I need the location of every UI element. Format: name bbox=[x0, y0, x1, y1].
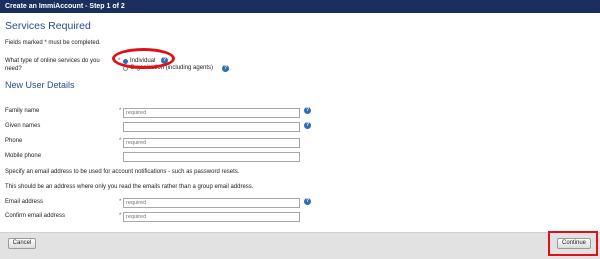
email-input[interactable] bbox=[123, 198, 300, 208]
help-icon[interactable]: ? bbox=[304, 198, 311, 205]
footer-bar bbox=[0, 232, 600, 259]
help-icon[interactable]: ? bbox=[304, 122, 311, 129]
family-name-input[interactable] bbox=[123, 108, 300, 118]
email-label: Email address bbox=[5, 199, 44, 205]
new-user-heading: New User Details bbox=[5, 80, 75, 90]
required-marker: * bbox=[119, 138, 122, 144]
email-note-1: Specify an email address to be used for … bbox=[5, 169, 240, 175]
email-note-2: This should be an address where only you… bbox=[5, 184, 254, 190]
required-marker: * bbox=[119, 199, 122, 205]
help-icon[interactable]: ? bbox=[304, 107, 311, 114]
required-marker: * bbox=[119, 213, 122, 219]
given-names-input[interactable] bbox=[123, 122, 300, 132]
given-names-label: Given names bbox=[5, 123, 41, 129]
mobile-phone-label: Mobile phone bbox=[5, 153, 42, 159]
cancel-button[interactable]: Cancel bbox=[8, 238, 36, 249]
phone-input[interactable] bbox=[123, 138, 300, 148]
confirm-email-input[interactable] bbox=[123, 212, 300, 222]
family-name-label: Family name bbox=[5, 108, 40, 114]
individual-highlight-ellipse bbox=[112, 48, 175, 69]
phone-label: Phone bbox=[5, 138, 23, 144]
mobile-phone-input[interactable] bbox=[123, 152, 300, 162]
help-icon[interactable]: ? bbox=[222, 65, 229, 72]
confirm-email-label: Confirm email address bbox=[5, 213, 66, 219]
required-marker: * bbox=[119, 108, 122, 114]
continue-highlight-box bbox=[548, 231, 598, 256]
required-note: Fields marked * must be completed. bbox=[5, 40, 101, 46]
services-heading: Services Required bbox=[5, 20, 91, 32]
service-type-question: What type of online services do you need… bbox=[5, 58, 100, 72]
window-title: Create an ImmiAccount - Step 1 of 2 bbox=[5, 3, 125, 10]
title-bar: Create an ImmiAccount - Step 1 of 2 bbox=[0, 0, 600, 13]
